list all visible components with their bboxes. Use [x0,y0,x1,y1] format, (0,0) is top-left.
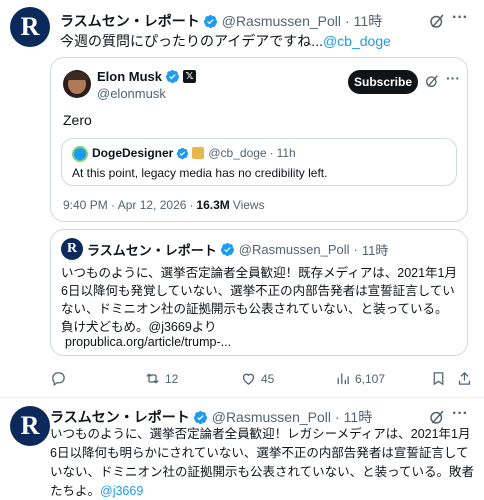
tweet-text: 今週の質問にぴったりのアイデアですね...@cb_doge [60,33,391,49]
verified-badge-icon [177,147,189,159]
quote-author-name[interactable]: Elon Musk [97,69,162,84]
quote2-text: いつものように、選挙否定論者全員歓迎！既存メディアは、2021年1月6日以降何も… [61,266,458,334]
avatar-letter: R [20,12,40,41]
subscribe-button[interactable]: Subscribe [348,70,418,94]
author-handle[interactable]: @Rasmussen_Poll [222,13,341,29]
avatar[interactable]: R [10,7,50,47]
author-handle[interactable]: @Rasmussen_Poll [212,409,331,425]
views-count: 6,107 [355,371,386,386]
elon-avatar[interactable] [63,70,91,98]
reply-icon [52,372,65,387]
verified-badge-icon [165,69,180,84]
inner-quoted-tweet[interactable]: DogeDesigner @cb_doge · 11h At this poin… [61,138,457,186]
quote-header: Elon Musk 𝕏 [97,69,197,84]
avatar[interactable]: R [10,406,50,446]
separator-dot: · [345,13,350,29]
inner-quote-text: At this point, legacy media has no credi… [72,166,328,180]
retweet-icon [146,373,159,384]
tweet-header: ラスムセン・レポート @Rasmussen_Poll · 11時 [50,407,372,427]
like-button[interactable]: 45 [240,370,274,387]
more-options-icon[interactable]: ··· [452,405,468,423]
x-affiliate-badge-icon: 𝕏 [183,70,197,83]
quote-views-label: Views [232,198,265,212]
mention-link[interactable]: @j3669 [100,484,143,498]
separator-dot: · [335,409,340,425]
dogedesigner-avatar[interactable] [72,146,88,162]
like-count: 45 [261,371,275,386]
verified-badge-icon [203,14,217,28]
author-name[interactable]: ラスムセン・レポート [50,407,190,427]
avatar-letter: R [20,411,40,440]
heart-icon [242,373,255,385]
inner-quote-time[interactable]: 11h [277,146,296,160]
avatar-letter: R [66,241,78,256]
author-name[interactable]: ラスムセン・レポート [60,11,200,31]
affiliate-badge-icon [192,147,205,159]
bookmark-icon [433,372,444,386]
quote-timestamp[interactable]: 9:40 PM · Apr 12, 2026 [63,198,186,212]
more-options-icon[interactable]: ··· [446,70,460,86]
avatar[interactable]: R [61,238,83,260]
quote-meta: 9:40 PM · Apr 12, 2026 · 16.3M Views [63,198,265,212]
divider [0,397,484,398]
separator-dot: · [189,198,194,212]
share-icon [458,371,471,385]
quoted-tweet-2[interactable]: R ラスムセン・レポート @Rasmussen_Poll · 11時 いつものよ… [50,229,468,356]
tweet-text: いつものように、選挙否定論者全員歓迎！レガシーメディアは、2021年1月6日以降… [50,427,475,498]
quote2-author-handle[interactable]: @Rasmussen_Poll [239,242,350,257]
quote2-link[interactable]: propublica.org/article/trump-... [65,334,231,350]
more-options-icon[interactable]: ··· [452,9,468,27]
grok-icon[interactable] [424,73,440,94]
reply-button[interactable] [50,370,67,387]
quote2-header: ラスムセン・レポート @Rasmussen_Poll · 11時 [87,240,388,259]
inner-quote-author-handle[interactable]: @cb_doge [208,146,266,160]
separator-dot: · [353,242,358,257]
inner-quote-author-name[interactable]: DogeDesigner [92,146,173,160]
quote-views-count: 16.3M [196,198,230,212]
tweet-time[interactable]: 11時 [344,407,373,427]
separator-dot: · [269,146,274,160]
mention-link[interactable]: @cb_doge [323,33,391,49]
views-button[interactable]: 6,107 [334,370,385,387]
quote-text: Zero [63,112,92,128]
quote-author-handle[interactable]: @elonmusk [97,86,166,101]
retweet-count: 12 [165,371,179,386]
inner-quote-header: DogeDesigner @cb_doge · 11h [92,146,296,160]
share-button[interactable] [456,370,473,387]
verified-badge-icon [220,242,234,257]
tweet-time[interactable]: 11時 [354,11,383,31]
tweet-header: ラスムセン・レポート @Rasmussen_Poll · 11時 [60,11,382,31]
quote2-time[interactable]: 11時 [362,240,389,259]
views-bar-chart-icon [337,373,349,385]
quoted-tweet[interactable]: Elon Musk 𝕏 @elonmusk Subscribe ··· Zero… [50,57,468,222]
quote2-author-name[interactable]: ラスムセン・レポート [87,240,217,259]
bookmark-button[interactable] [430,370,447,387]
verified-badge-icon [193,410,207,424]
retweet-button[interactable]: 12 [144,370,178,387]
